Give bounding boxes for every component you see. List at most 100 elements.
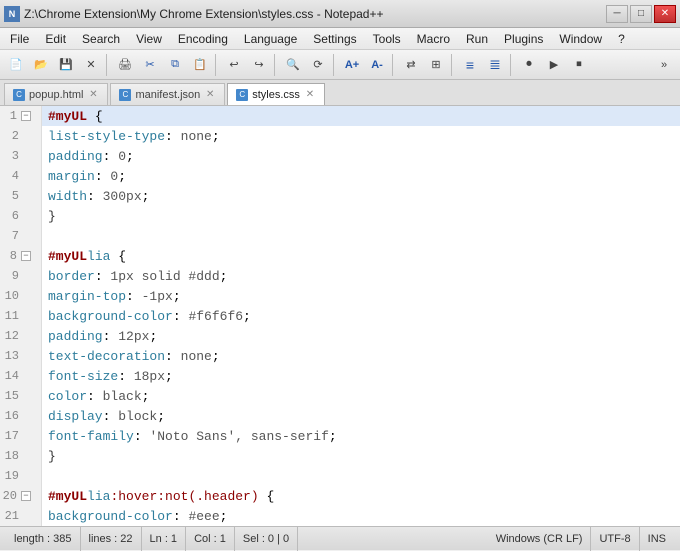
sync-button[interactable]: ⇄ [399,53,423,77]
menu-item-tools[interactable]: Tools [365,28,409,50]
zoom-out-button[interactable]: A- [365,53,389,77]
copy-button[interactable]: ⧉ [163,53,187,77]
tab-icon: C [119,89,131,101]
code-line[interactable] [42,226,680,246]
line-number: 9 [0,266,41,286]
fold-indicator[interactable]: − [21,111,31,121]
line-number: 14 [0,366,41,386]
line-number: 13 [0,346,41,366]
undo-button[interactable]: ↩ [222,53,246,77]
line-number: 15 [0,386,41,406]
menu-item-encoding[interactable]: Encoding [170,28,236,50]
line-number: 8− [0,246,41,266]
fold-indicator[interactable]: − [21,251,31,261]
cut-button[interactable]: ✂ [138,53,162,77]
run-macro-button[interactable]: ▶ [542,53,566,77]
close-button[interactable]: ✕ [654,5,676,23]
status-line-ending: Windows (CR LF) [488,527,592,551]
minimize-button[interactable]: ─ [606,5,628,23]
tab-bar: Cpopup.html✕Cmanifest.json✕Cstyles.css✕ [0,80,680,106]
separator-3 [274,54,278,76]
code-line[interactable]: } [42,446,680,466]
menu-item-language[interactable]: Language [236,28,305,50]
status-bar: length : 385 lines : 22 Ln : 1 Col : 1 S… [0,526,680,550]
line-number: 7 [0,226,41,246]
code-line[interactable]: } [42,206,680,226]
replace-button[interactable]: ⟳ [306,53,330,77]
line-numbers-gutter: 1−2345678−91011121314151617181920−2122 [0,106,42,526]
zoom-in-button[interactable]: A+ [340,53,364,77]
menu-item-run[interactable]: Run [458,28,496,50]
menu-item-window[interactable]: Window [551,28,610,50]
close-doc-button[interactable]: ✕ [79,53,103,77]
macro-button[interactable]: ⏺ [517,53,541,77]
new-button[interactable]: 📄 [4,53,28,77]
tab-close-button[interactable]: ✕ [304,89,316,101]
menu-item-edit[interactable]: Edit [37,28,74,50]
line-number: 3 [0,146,41,166]
code-line[interactable]: margin-top: -1px; [42,286,680,306]
window-title: Z:\Chrome Extension\My Chrome Extension\… [24,7,383,21]
menu-item-view[interactable]: View [128,28,170,50]
line-number: 19 [0,466,41,486]
code-line[interactable]: font-size: 18px; [42,366,680,386]
menu-item-macro[interactable]: Macro [409,28,458,50]
code-line[interactable]: #myUL li a:hover:not(.header) { [42,486,680,506]
editor-container: 1−2345678−91011121314151617181920−2122 #… [0,106,680,526]
code-line[interactable]: background-color: #eee; [42,506,680,526]
tab-icon: C [236,89,248,101]
tab-close-button[interactable]: ✕ [87,89,99,101]
maximize-button[interactable]: □ [630,5,652,23]
menu-item-search[interactable]: Search [74,28,128,50]
paste-button[interactable]: 📋 [188,53,212,77]
code-line[interactable]: padding: 0; [42,146,680,166]
menu-item-plugins[interactable]: Plugins [496,28,551,50]
code-line[interactable]: color: black; [42,386,680,406]
line-number: 20− [0,486,41,506]
save-button[interactable]: 💾 [54,53,78,77]
find-button[interactable]: 🔍 [281,53,305,77]
title-bar: N Z:\Chrome Extension\My Chrome Extensio… [0,0,680,28]
tab-icon: C [13,89,25,101]
menu-item-settings[interactable]: Settings [305,28,364,50]
fold-indicator[interactable]: − [21,491,31,501]
print-button[interactable]: 🖨 [113,53,137,77]
title-bar-left: N Z:\Chrome Extension\My Chrome Extensio… [4,6,383,22]
code-line[interactable]: font-family: 'Noto Sans', sans-serif; [42,426,680,446]
status-encoding: UTF-8 [591,527,639,551]
status-sel: Sel : 0 | 0 [235,527,298,551]
code-line[interactable]: border: 1px solid #ddd; [42,266,680,286]
more-tools-button[interactable]: » [652,53,676,77]
status-length: length : 385 [6,527,81,551]
line-number: 2 [0,126,41,146]
redo-button[interactable]: ↪ [247,53,271,77]
code-line[interactable]: width: 300px; [42,186,680,206]
app-icon: N [4,6,20,22]
code-line[interactable]: list-style-type: none; [42,126,680,146]
code-line[interactable]: #myUL li a { [42,246,680,266]
code-line[interactable] [42,466,680,486]
code-line[interactable]: background-color: #f6f6f6; [42,306,680,326]
menu-item-?[interactable]: ? [610,28,633,50]
open-button[interactable]: 📂 [29,53,53,77]
code-line[interactable]: padding: 12px; [42,326,680,346]
menu-item-file[interactable]: File [2,28,37,50]
tab-close-button[interactable]: ✕ [204,89,216,101]
code-line[interactable]: display: block; [42,406,680,426]
tab-manifest-json[interactable]: Cmanifest.json✕ [110,83,225,105]
indent-button[interactable]: ≡ [458,53,482,77]
code-line[interactable]: margin: 0; [42,166,680,186]
outdent-button[interactable]: ≣ [483,53,507,77]
code-line[interactable]: text-decoration: none; [42,346,680,366]
tab-styles-css[interactable]: Cstyles.css✕ [227,83,325,105]
stop-macro-button[interactable]: ⏹ [567,53,591,77]
toolbar: 📄 📂 💾 ✕ 🖨 ✂ ⧉ 📋 ↩ ↪ 🔍 ⟳ A+ A- ⇄ ⊞ ≡ ≣ ⏺ … [0,50,680,80]
line-number: 5 [0,186,41,206]
tab-popup-html[interactable]: Cpopup.html✕ [4,83,108,105]
line-number: 10 [0,286,41,306]
code-editor[interactable]: #myUL { list-style-type: none; padding: … [42,106,680,526]
code-line[interactable]: #myUL { [42,106,680,126]
split-button[interactable]: ⊞ [424,53,448,77]
separator-6 [451,54,455,76]
line-number: 11 [0,306,41,326]
